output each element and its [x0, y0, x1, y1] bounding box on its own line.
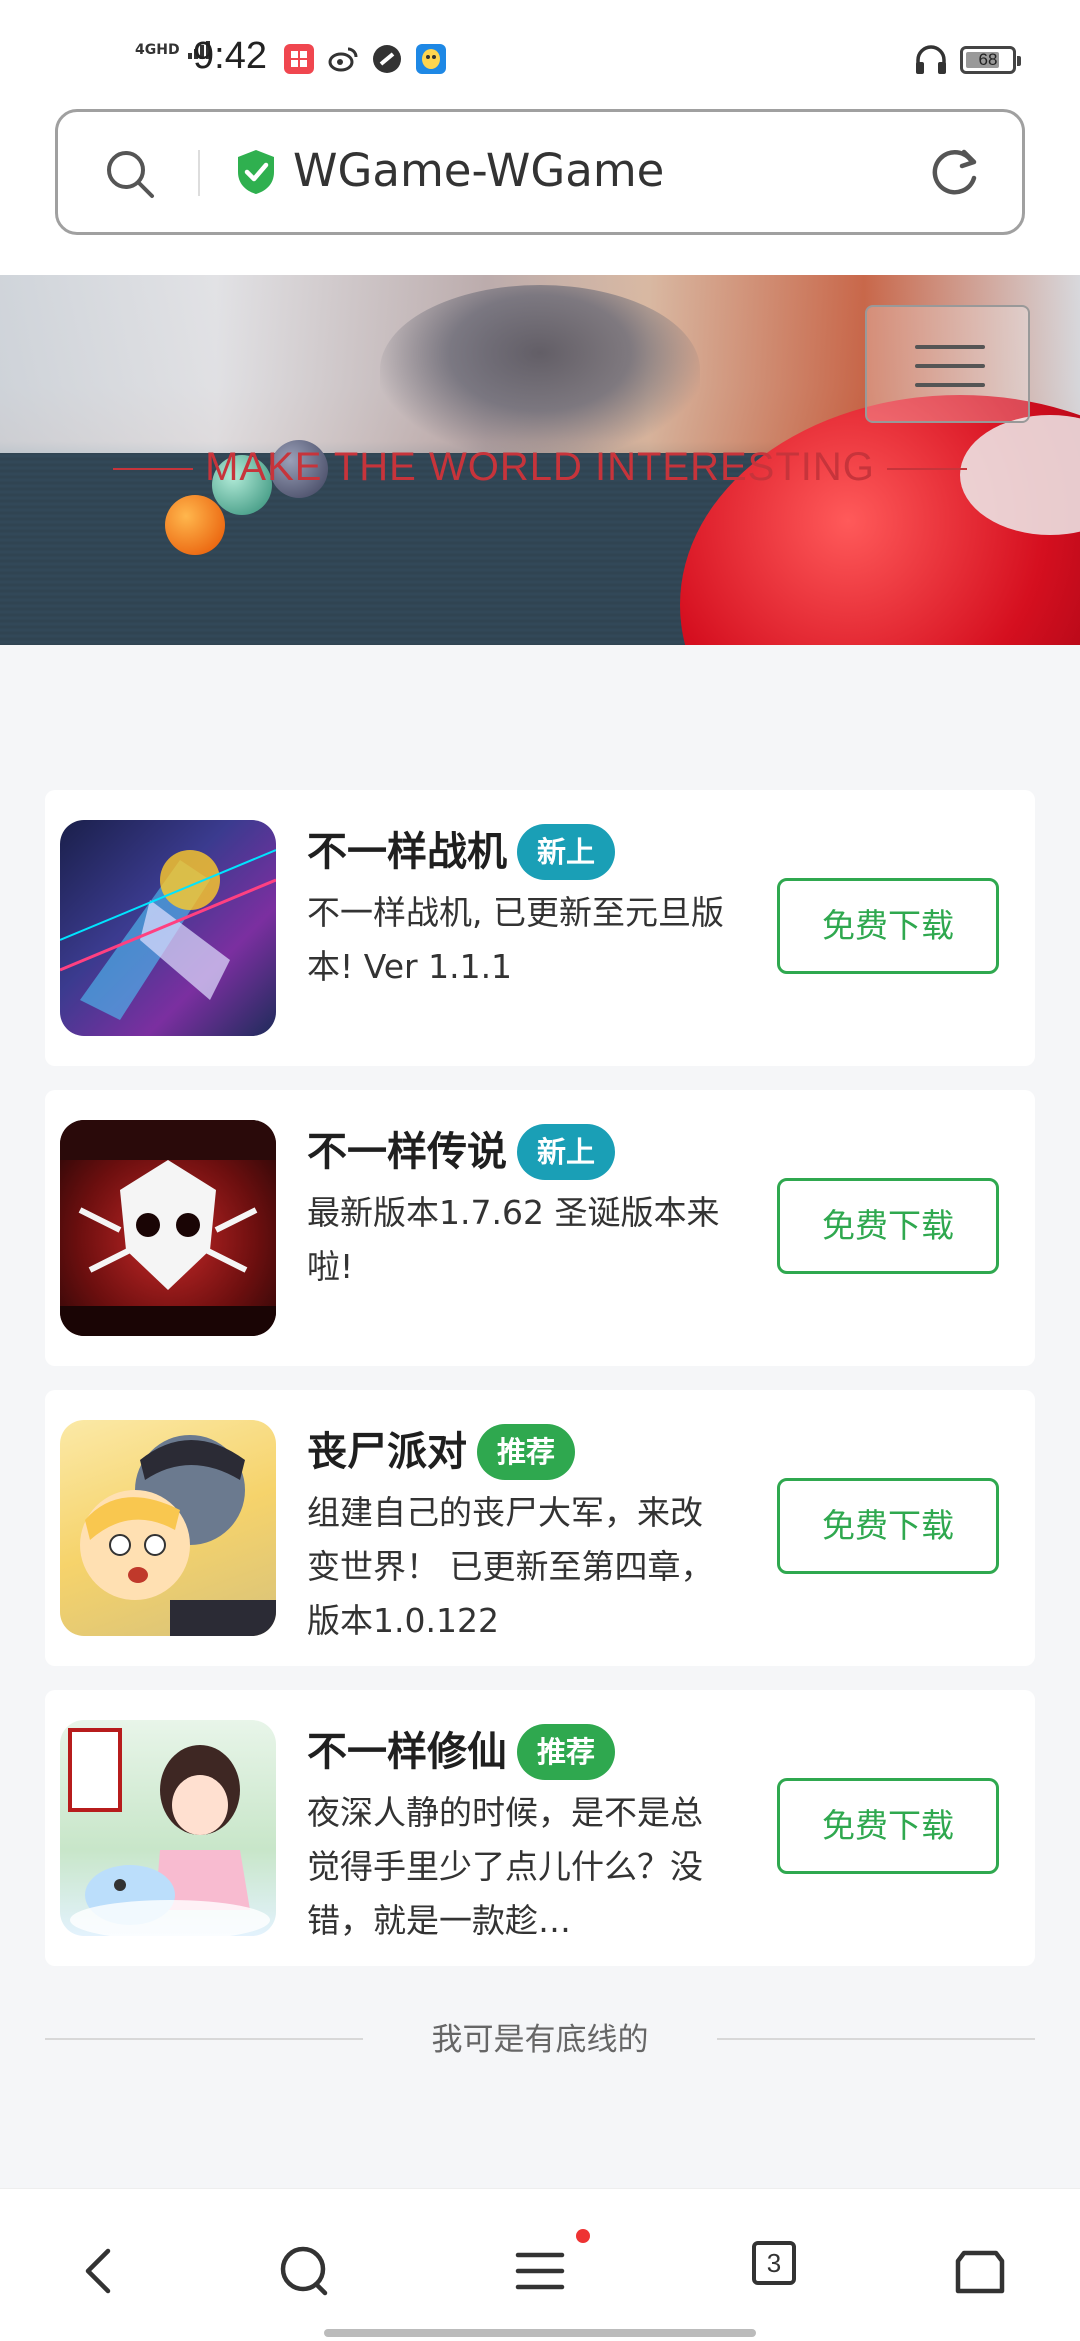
home-icon[interactable]: [950, 2241, 1010, 2301]
game-icon-zombie[interactable]: [60, 1420, 276, 1636]
footer-text: 我可是有底线的: [431, 2022, 649, 2058]
status-badge: 新上: [517, 824, 616, 880]
game-title[interactable]: 不一样传说: [307, 1127, 507, 1177]
address-divider: [198, 150, 200, 196]
app-red-icon: [284, 44, 314, 74]
search-icon[interactable]: [104, 148, 156, 204]
game-title[interactable]: 不一样战机: [307, 827, 507, 877]
download-button[interactable]: 免费下载: [777, 878, 999, 974]
status-badge: 推荐: [517, 1724, 616, 1780]
gesture-bar[interactable]: [324, 2329, 756, 2337]
game-icon-legend[interactable]: [60, 1120, 276, 1336]
circle-app-icon: [372, 44, 402, 74]
game-title[interactable]: 丧尸派对: [307, 1427, 467, 1477]
game-title-row: 不一样修仙 推荐: [307, 1722, 616, 1782]
game-title-row: 不一样传说 新上: [307, 1122, 616, 1182]
address-bar[interactable]: WGame-WGame: [55, 109, 1025, 235]
list-end-footer: 我可是有底线的: [45, 2010, 1035, 2070]
bottom-nav: 3: [0, 2188, 1080, 2341]
game-card[interactable]: 不一样战机 新上 不一样战机, 已更新至元旦版本! Ver 1.1.1 免费下载: [45, 790, 1035, 1066]
download-button[interactable]: 免费下载: [777, 1478, 999, 1574]
back-icon[interactable]: [72, 2241, 132, 2301]
qq-icon: [416, 44, 446, 74]
banner-character: [380, 285, 700, 455]
game-description: 组建自己的丧尸大军，来改变世界！ 已更新至第四章， 版本1.0.122: [307, 1493, 714, 1640]
banner-tagline: MAKE THE WORLD INTERESTING: [0, 443, 1080, 491]
ball-orange: [165, 495, 225, 555]
game-icon-cultivation[interactable]: [60, 1720, 276, 1936]
game-description: 最新版本1.7.62 圣诞版本来啦!: [307, 1193, 720, 1286]
browser-toolbar: WGame-WGame: [0, 100, 1080, 275]
menu-icon[interactable]: [510, 2241, 570, 2301]
battery-indicator: 68: [960, 46, 1021, 74]
game-title-row: 不一样战机 新上: [307, 822, 616, 882]
network-label: 4GHD: [135, 42, 180, 58]
game-icon-fighter[interactable]: [60, 820, 276, 1036]
game-title-row: 丧尸派对 推荐: [307, 1422, 576, 1482]
status-bar: 4GHD 9:42 68: [0, 0, 1080, 100]
download-button[interactable]: 免费下载: [777, 1778, 999, 1874]
clock: 9:42: [193, 35, 267, 77]
reload-icon[interactable]: [926, 144, 982, 204]
game-title[interactable]: 不一样修仙: [307, 1727, 507, 1777]
weibo-icon: [328, 44, 358, 74]
hero-banner: MAKE THE WORLD INTERESTING: [0, 275, 1080, 645]
notification-dot: [576, 2229, 590, 2243]
game-list: 不一样战机 新上 不一样战机, 已更新至元旦版本! Ver 1.1.1 免费下载…: [45, 790, 1035, 1990]
shield-check-icon: [234, 148, 278, 200]
url-text[interactable]: WGame-WGame: [293, 142, 664, 200]
game-card[interactable]: 不一样修仙 推荐 夜深人静的时候，是不是总觉得手里少了点儿什么？没错，就是一款趁…: [45, 1690, 1035, 1966]
tagline-text: MAKE THE WORLD INTERESTING: [205, 445, 875, 489]
status-badge: 推荐: [477, 1424, 576, 1480]
download-button[interactable]: 免费下载: [777, 1178, 999, 1274]
battery-level: 68: [978, 50, 998, 69]
status-badge: 新上: [517, 1124, 616, 1180]
game-card[interactable]: 丧尸派对 推荐 组建自己的丧尸大军，来改变世界！ 已更新至第四章， 版本1.0.…: [45, 1390, 1035, 1666]
headphones-icon: [914, 44, 948, 80]
hamburger-menu-icon[interactable]: [865, 305, 1030, 423]
game-description: 夜深人静的时候，是不是总觉得手里少了点儿什么？没错，就是一款趁…: [307, 1793, 703, 1940]
tabs-icon[interactable]: 3: [752, 2241, 796, 2285]
game-description: 不一样战机, 已更新至元旦版本! Ver 1.1.1: [307, 893, 724, 986]
game-card[interactable]: 不一样传说 新上 最新版本1.7.62 圣诞版本来啦! 免费下载: [45, 1090, 1035, 1366]
search-icon[interactable]: [275, 2241, 335, 2301]
